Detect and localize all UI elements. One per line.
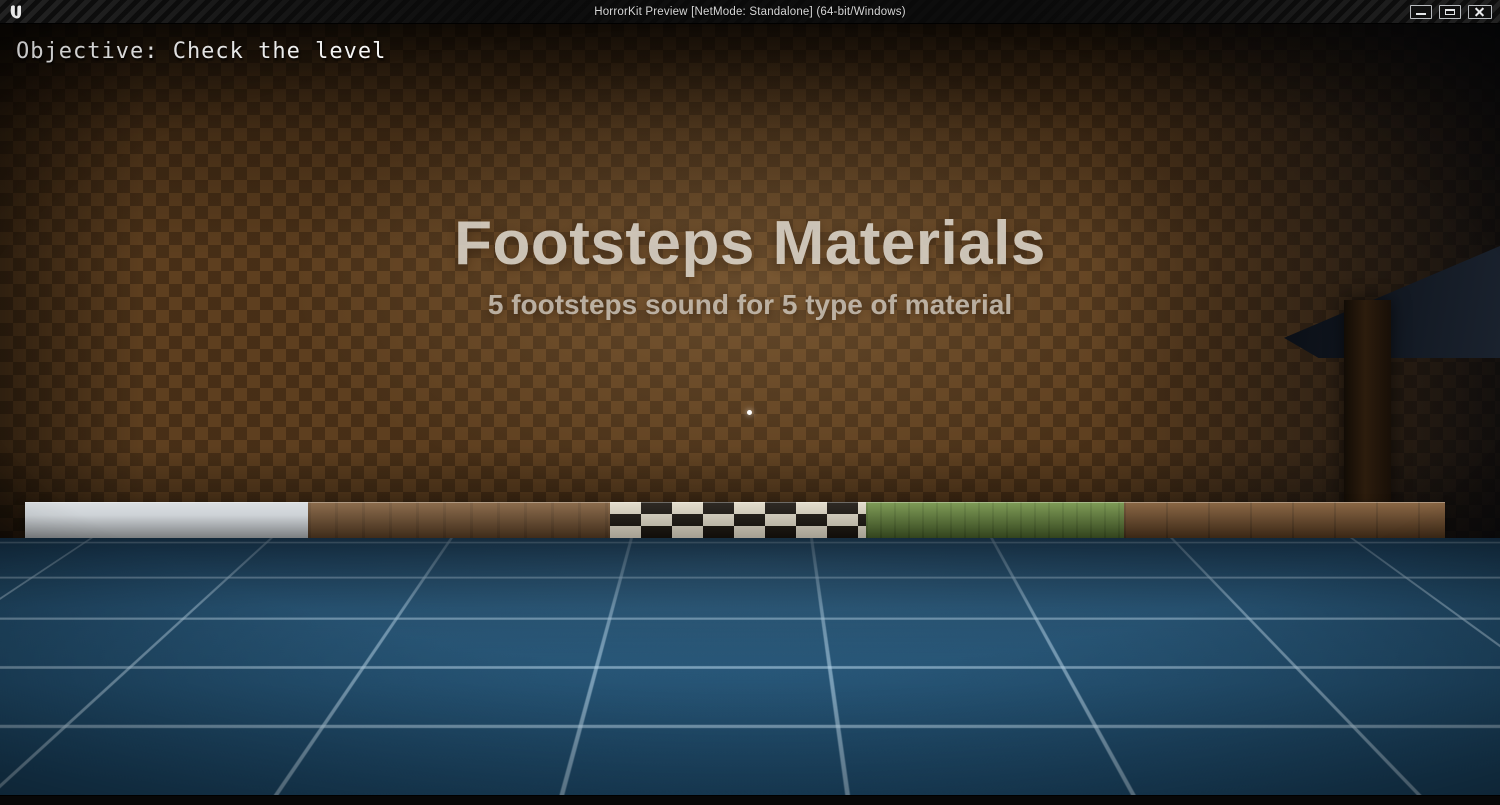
material-sample-tile <box>610 502 866 539</box>
material-strip <box>25 502 1445 539</box>
material-sample-dirt <box>308 502 610 539</box>
maximize-icon <box>1445 9 1455 15</box>
titlebar[interactable]: HorrorKit Preview [NetMode: Standalone] … <box>0 0 1500 24</box>
material-sample-grass <box>866 502 1124 539</box>
objective-text: Objective: Check the level <box>16 39 387 64</box>
crosshair-dot <box>747 410 752 415</box>
close-button[interactable] <box>1468 5 1492 19</box>
material-sample-snow <box>25 502 308 539</box>
app-window: HorrorKit Preview [NetMode: Standalone] … <box>0 0 1500 805</box>
window-controls <box>1410 5 1492 19</box>
window-title: HorrorKit Preview [NetMode: Standalone] … <box>594 6 906 18</box>
minimize-button[interactable] <box>1410 5 1432 19</box>
blueprint-floor <box>0 538 1500 795</box>
window-bottom-edge <box>0 795 1500 805</box>
minimize-icon <box>1416 13 1426 15</box>
material-sample-wood <box>1124 502 1445 539</box>
maximize-button[interactable] <box>1439 5 1461 19</box>
game-viewport[interactable]: Footsteps Materials 5 footsteps sound fo… <box>0 24 1500 795</box>
floor-shading <box>0 538 1500 795</box>
close-icon <box>1469 6 1491 18</box>
wall-pillar <box>1344 300 1391 506</box>
